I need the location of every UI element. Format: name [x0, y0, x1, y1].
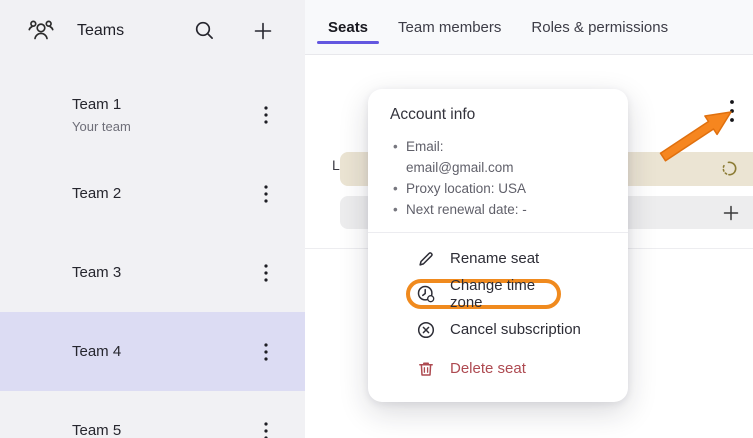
kebab-icon [259, 341, 273, 363]
menu-item-label: Cancel subscription [450, 321, 581, 338]
team-row-team-2[interactable]: Team 2 [0, 154, 305, 233]
timezone-clock-icon [416, 284, 436, 304]
loading-spinner-icon [721, 160, 738, 177]
team-menu-button[interactable] [253, 100, 279, 130]
menu-item-delete-seat[interactable]: Delete seat [390, 349, 606, 388]
popup-title: Account info [390, 105, 606, 125]
account-info-email: Email: email@gmail.com [390, 136, 606, 178]
menu-item-cancel-subscription[interactable]: Cancel subscription [390, 310, 606, 349]
cancel-circle-icon [416, 320, 436, 340]
team-name: Team 3 [72, 264, 253, 281]
menu-item-rename-seat[interactable]: Rename seat [390, 239, 606, 278]
trash-icon [416, 359, 436, 379]
team-menu-button[interactable] [253, 179, 279, 209]
sidebar-title: Teams [77, 22, 124, 40]
tab-label: Seats [328, 19, 368, 36]
kebab-icon [259, 262, 273, 284]
team-row-team-3[interactable]: Team 3 [0, 233, 305, 312]
plus-icon [252, 20, 274, 42]
menu-item-change-time-zone[interactable]: Change time zone [406, 279, 561, 309]
kebab-icon [259, 420, 273, 438]
team-name: Team 2 [72, 185, 253, 202]
search-icon [194, 20, 216, 42]
seat-menu-button[interactable] [719, 94, 745, 128]
team-menu-button[interactable] [253, 258, 279, 288]
tab-team-members[interactable]: Team members [387, 0, 512, 54]
seat-options-popup: Account info Email: email@gmail.com Prox… [368, 89, 628, 402]
team-name: Team 4 [72, 343, 253, 360]
main-panel: Seats Team members Roles & permissions L… [305, 0, 753, 438]
team-menu-button[interactable] [253, 416, 279, 438]
menu-item-label: Delete seat [450, 360, 526, 377]
team-row-team-4[interactable]: Team 4 [0, 312, 305, 391]
team-name: Team 1 [72, 96, 253, 113]
teams-sidebar: Teams Team 1 Your team [0, 0, 305, 438]
tab-bar: Seats Team members Roles & permissions [305, 0, 753, 55]
account-info-list: Email: email@gmail.com Proxy location: U… [390, 136, 606, 220]
team-row-team-1[interactable]: Team 1 Your team [0, 75, 305, 154]
plus-icon [722, 204, 740, 222]
pencil-icon [416, 249, 436, 269]
teams-list: Team 1 Your team Team 2 Team 3 [0, 75, 305, 438]
sidebar-header: Teams [0, 0, 305, 62]
team-row-team-5[interactable]: Team 5 [0, 391, 305, 438]
search-button[interactable] [192, 18, 218, 44]
popup-menu: Rename seat Change time zone [390, 233, 606, 388]
team-menu-button[interactable] [253, 337, 279, 367]
account-info-renewal-date: Next renewal date: - [390, 199, 606, 220]
tab-label: Team members [398, 19, 501, 36]
team-subtitle: Your team [72, 119, 253, 134]
kebab-icon [259, 183, 273, 205]
tab-label: Roles & permissions [531, 19, 668, 36]
tab-seats[interactable]: Seats [317, 0, 379, 54]
people-group-icon [26, 16, 56, 46]
kebab-icon [725, 97, 739, 125]
kebab-icon [259, 104, 273, 126]
menu-item-label: Change time zone [450, 277, 557, 311]
account-info-proxy-location: Proxy location: USA [390, 178, 606, 199]
menu-item-label: Rename seat [450, 250, 539, 267]
add-team-button[interactable] [250, 18, 276, 44]
team-name: Team 5 [72, 422, 253, 438]
tab-roles-permissions[interactable]: Roles & permissions [520, 0, 679, 54]
